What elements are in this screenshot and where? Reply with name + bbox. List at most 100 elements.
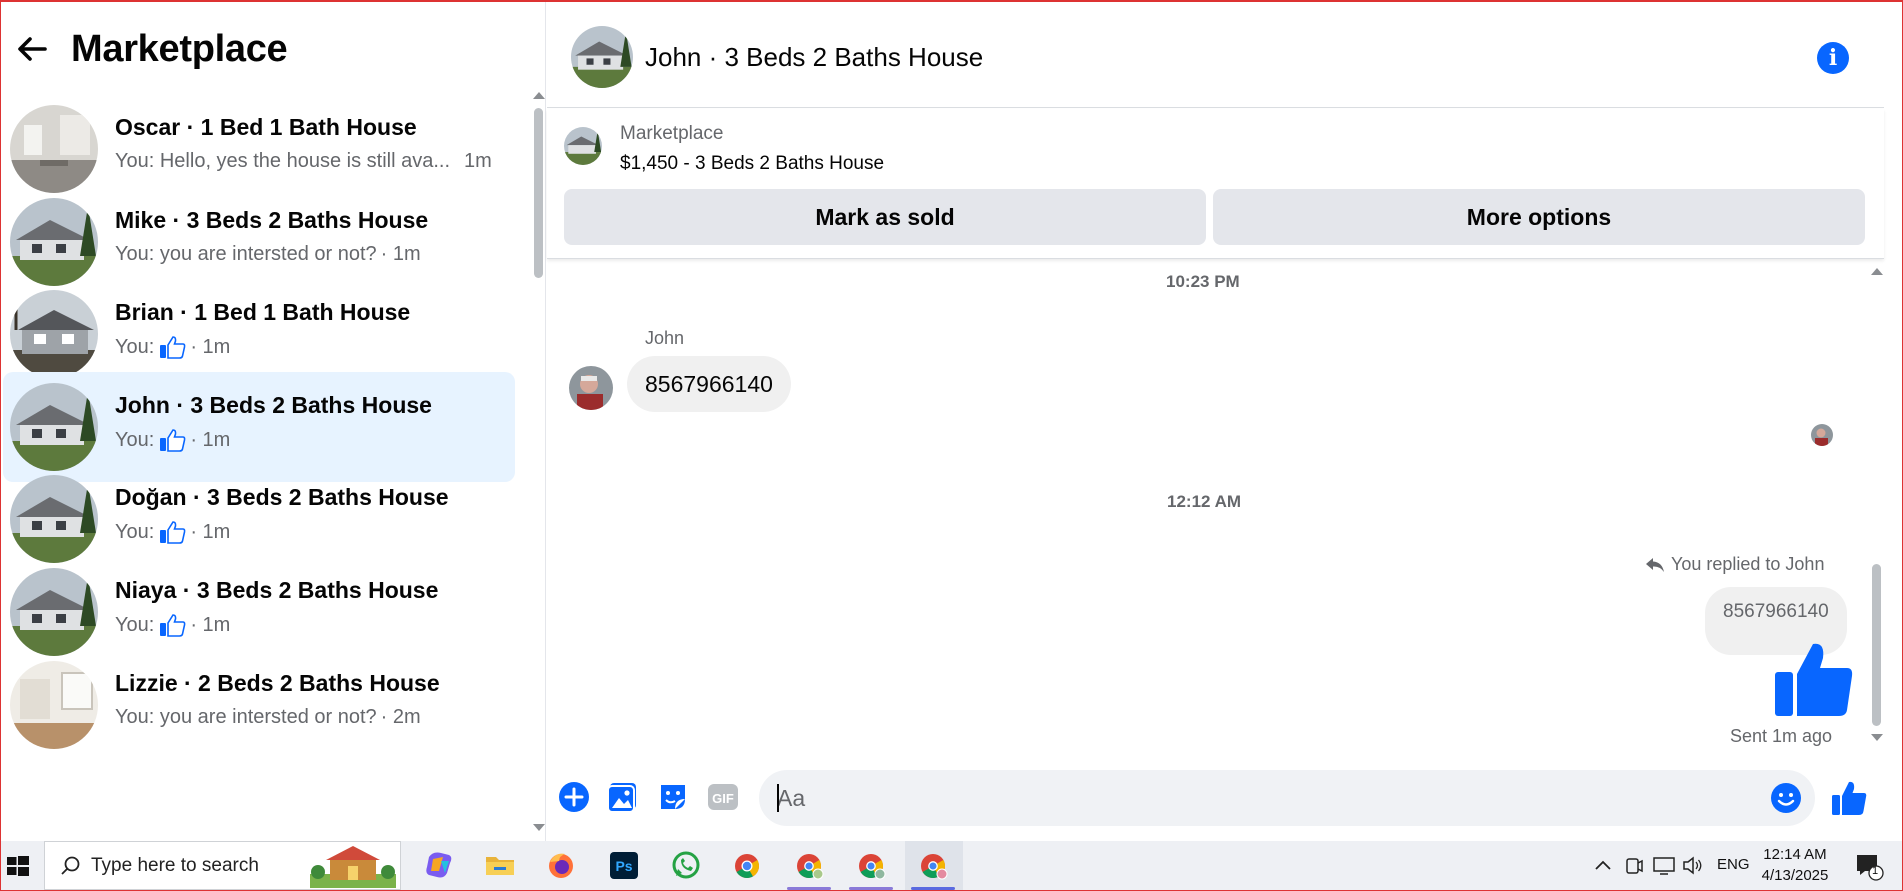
conversation-name: John · 3 Beds 2 Baths House bbox=[115, 392, 432, 418]
whatsapp-icon[interactable] bbox=[666, 841, 706, 890]
conversation-name: Brian · 1 Bed 1 Bath House bbox=[115, 299, 411, 325]
incoming-message-bubble[interactable]: 8567966140 bbox=[627, 356, 791, 412]
conversation-item-lizzie[interactable]: Lizzie · 2 Beds 2 Baths House You: you a… bbox=[3, 650, 515, 760]
listing-avatar bbox=[10, 290, 98, 378]
chat-scrollbar[interactable] bbox=[1869, 264, 1883, 744]
like-thumb-icon bbox=[160, 429, 186, 452]
message-thread: 10:23 PM John 8567966140 12:12 AM You re… bbox=[547, 260, 1884, 758]
message-input[interactable] bbox=[777, 770, 1757, 826]
reply-label: You replied to John bbox=[1671, 554, 1825, 574]
like-thumb-icon bbox=[160, 614, 186, 637]
emoji-icon[interactable] bbox=[1769, 781, 1803, 815]
clock-date[interactable]: 4/13/2025 bbox=[1761, 867, 1829, 884]
conversation-list: Oscar · 1 Bed 1 Bath House You: Hello, y… bbox=[1, 94, 521, 841]
svg-text:GIF: GIF bbox=[712, 791, 734, 806]
running-indicator bbox=[787, 887, 831, 890]
chat-title[interactable]: John · 3 Beds 2 Baths House bbox=[645, 42, 983, 73]
taskbar-search-box[interactable] bbox=[44, 841, 401, 890]
preview-time: · 1m bbox=[190, 428, 231, 451]
windows-taskbar: Ps ENG 12:14 AM 4/13/2025 1 bbox=[1, 841, 1902, 890]
timestamp-divider: 12:12 AM bbox=[1167, 492, 1242, 511]
scrollbar-thumb[interactable] bbox=[1872, 564, 1881, 726]
sidebar-scrollbar[interactable] bbox=[531, 88, 545, 836]
plus-circle-icon[interactable] bbox=[557, 780, 591, 814]
listing-avatar bbox=[10, 475, 98, 563]
sender-avatar[interactable] bbox=[569, 366, 613, 410]
timestamp-divider: 10:23 PM bbox=[1166, 272, 1240, 291]
svg-text:Ps: Ps bbox=[615, 858, 632, 874]
chat-listing-avatar[interactable] bbox=[571, 26, 633, 88]
listing-price-title[interactable]: $1,450 - 3 Beds 2 Baths House bbox=[620, 153, 884, 175]
volume-icon[interactable] bbox=[1681, 841, 1705, 890]
clock-time[interactable]: 12:14 AM bbox=[1763, 846, 1827, 863]
conversation-preview: You: Hello, yes the house is still ava..… bbox=[115, 150, 492, 173]
chat-panel: John · 3 Beds 2 Baths House i Marketplac… bbox=[547, 2, 1902, 841]
preview-time: · 2m bbox=[380, 706, 421, 728]
gif-icon[interactable]: GIF bbox=[706, 780, 740, 814]
running-indicator bbox=[849, 887, 893, 890]
large-like-thumb-icon[interactable] bbox=[1773, 640, 1853, 718]
mark-as-sold-button[interactable]: Mark as sold bbox=[564, 189, 1206, 245]
sidebar-title: Marketplace bbox=[71, 28, 288, 70]
preview-text: You: bbox=[115, 613, 155, 636]
conversation-preview: You: you are intersted or not? · 1m bbox=[115, 243, 421, 266]
running-indicator bbox=[911, 887, 955, 890]
listing-avatar bbox=[10, 568, 98, 656]
chrome-profile-icon[interactable] bbox=[851, 841, 891, 890]
scroll-down-arrow-icon[interactable] bbox=[1871, 734, 1883, 741]
language-indicator[interactable]: ENG bbox=[1717, 856, 1750, 873]
info-icon[interactable]: i bbox=[1817, 42, 1849, 74]
chevron-up-icon[interactable] bbox=[1591, 841, 1615, 890]
reply-indicator: You replied to John bbox=[1645, 554, 1824, 575]
preview-time: · 1m bbox=[380, 243, 421, 265]
sidebar-header: Marketplace bbox=[1, 2, 546, 94]
listing-avatar bbox=[10, 383, 98, 471]
preview-time: 1m bbox=[464, 150, 492, 172]
conversation-name: Lizzie · 2 Beds 2 Baths House bbox=[115, 670, 440, 696]
taskbar-search-input[interactable] bbox=[91, 854, 291, 878]
more-options-button[interactable]: More options bbox=[1213, 189, 1865, 245]
chrome-profile-icon[interactable] bbox=[913, 841, 953, 890]
notification-count: 1 bbox=[1872, 865, 1879, 877]
photo-gallery-icon[interactable] bbox=[606, 780, 640, 814]
listing-avatar bbox=[10, 105, 98, 193]
windows-start-icon[interactable] bbox=[3, 841, 33, 890]
conversation-preview: You: · 1m bbox=[115, 428, 230, 452]
sticker-icon[interactable] bbox=[656, 780, 690, 814]
message-input-wrapper bbox=[759, 770, 1815, 826]
scroll-up-arrow-icon[interactable] bbox=[533, 92, 545, 99]
scroll-down-arrow-icon[interactable] bbox=[533, 824, 545, 831]
chrome-icon[interactable] bbox=[727, 841, 767, 890]
network-icon[interactable] bbox=[1651, 841, 1677, 890]
preview-time: · 1m bbox=[190, 613, 231, 636]
conversation-name: Mike · 3 Beds 2 Baths House bbox=[115, 207, 429, 233]
preview-text: You: you are intersted or not? bbox=[115, 706, 377, 728]
send-like-icon[interactable] bbox=[1831, 780, 1867, 816]
file-explorer-icon[interactable] bbox=[480, 841, 520, 890]
firefox-icon[interactable] bbox=[541, 841, 581, 890]
preview-time: · 1m bbox=[190, 335, 231, 358]
preview-time: · 1m bbox=[190, 520, 231, 543]
listing-avatar bbox=[10, 198, 98, 286]
conversation-name: Doğan · 3 Beds 2 Baths House bbox=[115, 484, 449, 510]
back-arrow-icon[interactable] bbox=[15, 32, 49, 66]
scrollbar-thumb[interactable] bbox=[534, 108, 543, 278]
listing-avatar bbox=[10, 661, 98, 749]
preview-text: You: bbox=[115, 520, 155, 543]
preview-text: You: bbox=[115, 428, 155, 451]
copilot-icon[interactable] bbox=[419, 841, 459, 890]
conversation-preview: You: · 1m bbox=[115, 335, 230, 359]
notification-center-icon[interactable] bbox=[1851, 841, 1885, 890]
reply-arrow-icon bbox=[1646, 557, 1664, 572]
listing-thumbnail[interactable] bbox=[564, 127, 602, 165]
search-highlight-illustration-icon bbox=[310, 846, 396, 888]
text-caret bbox=[777, 784, 779, 812]
preview-text: You: you are intersted or not? bbox=[115, 243, 377, 265]
meet-now-icon[interactable] bbox=[1623, 841, 1645, 890]
conversation-name: Oscar · 1 Bed 1 Bath House bbox=[115, 114, 417, 140]
chat-header: John · 3 Beds 2 Baths House i bbox=[547, 2, 1884, 108]
preview-text: You: Hello, yes the house is still ava..… bbox=[115, 150, 450, 172]
scroll-up-arrow-icon[interactable] bbox=[1871, 268, 1883, 275]
chrome-profile-icon[interactable] bbox=[789, 841, 829, 890]
photoshop-icon[interactable]: Ps bbox=[604, 841, 644, 890]
